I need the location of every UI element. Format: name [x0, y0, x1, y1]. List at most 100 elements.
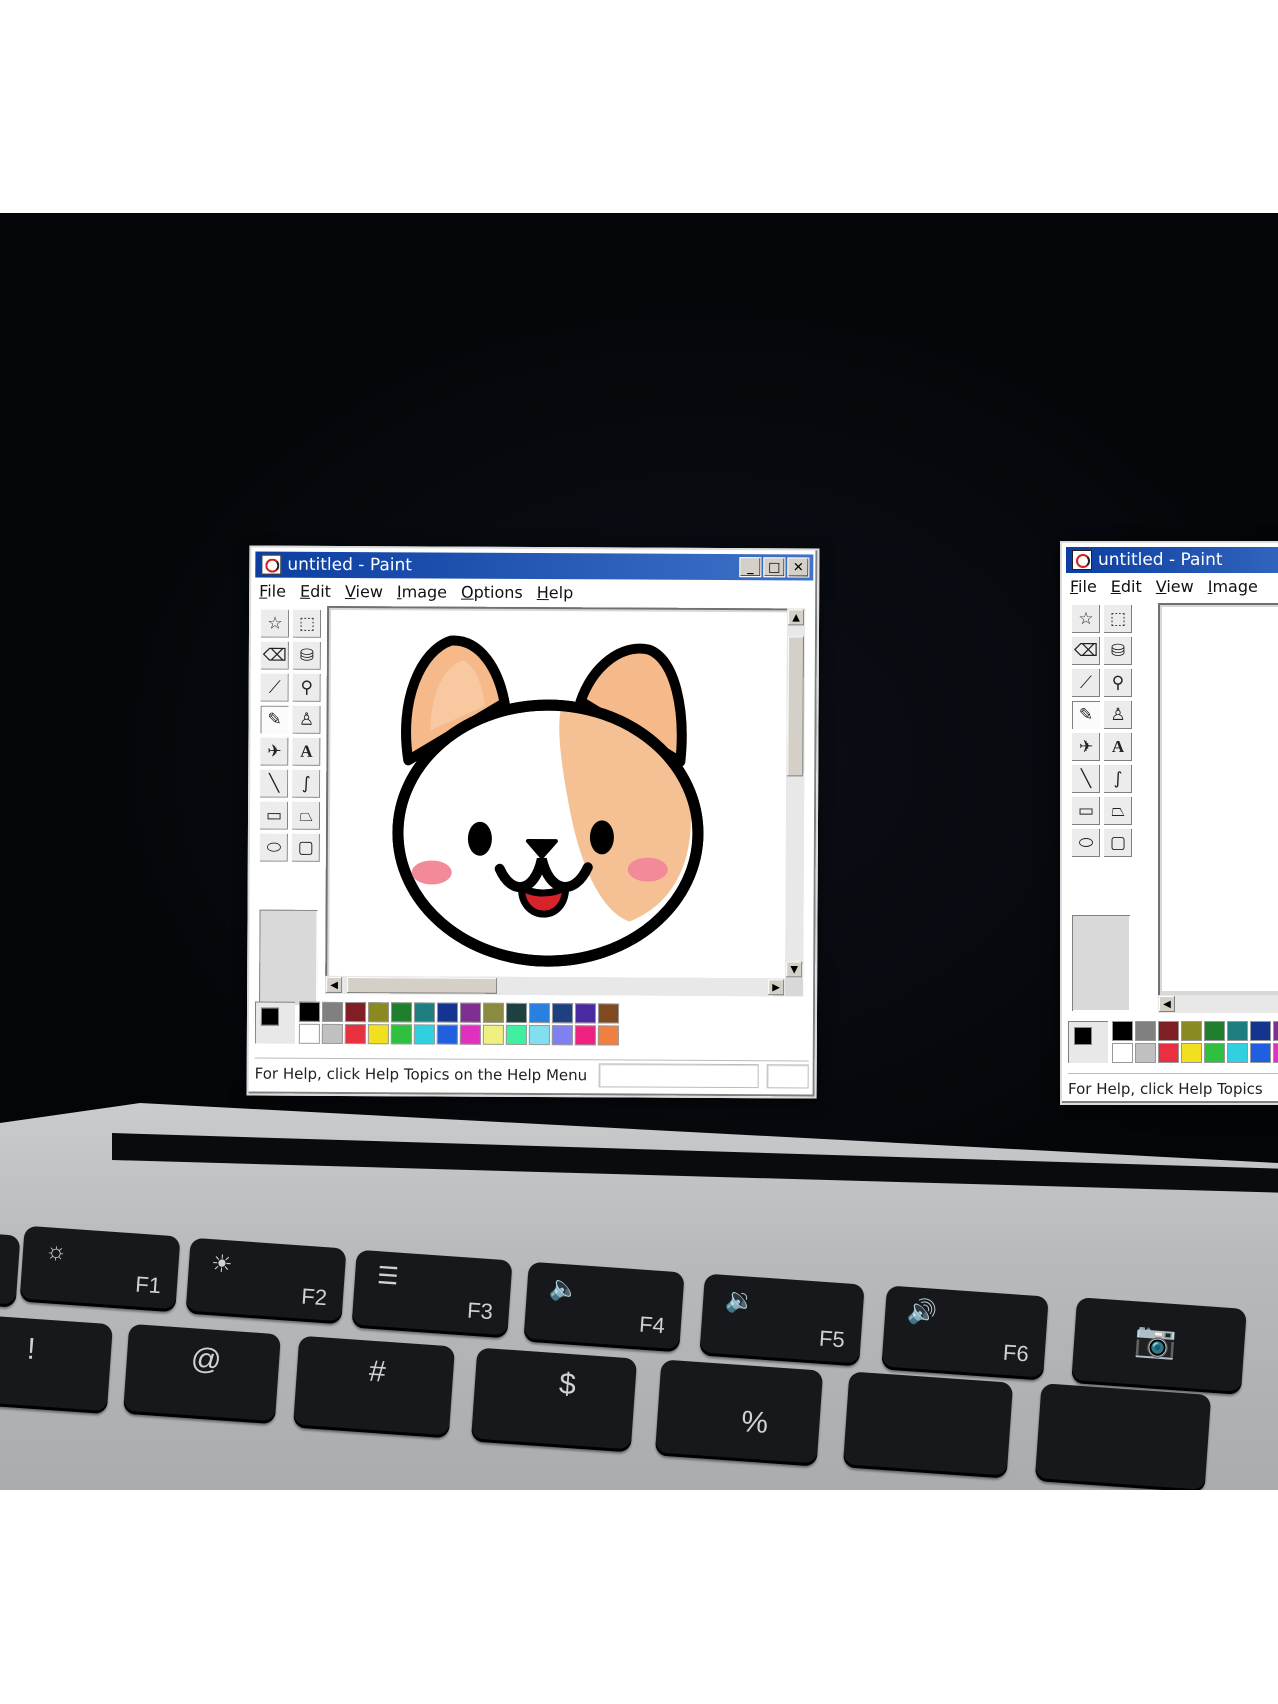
ellipse-icon[interactable]: ⬭	[258, 832, 289, 863]
color-swatch[interactable]	[505, 1024, 527, 1045]
tool-options-box[interactable]	[259, 909, 318, 1006]
menu-image-2[interactable]: Image	[1208, 577, 1258, 599]
rect-select-icon[interactable]: ⬚	[291, 608, 323, 639]
title-bar[interactable]: untitled - Paint _ □ ✕	[255, 551, 814, 581]
color-picker-icon[interactable]: ⟋	[259, 672, 290, 703]
vertical-scroll-thumb[interactable]	[787, 636, 804, 777]
key-7[interactable]	[1034, 1383, 1212, 1490]
magnifier-icon[interactable]: ⚲	[1103, 668, 1133, 698]
line-icon[interactable]: ╲	[1071, 764, 1101, 794]
color-swatch[interactable]	[1112, 1043, 1133, 1063]
horizontal-scrollbar[interactable]: ◀ ▶	[325, 975, 786, 997]
color-swatch[interactable]	[1273, 1021, 1278, 1041]
fill-bucket-icon[interactable]: ⛁	[291, 640, 322, 671]
key-f5[interactable]: 🔉 F5	[699, 1273, 865, 1367]
color-swatch[interactable]	[528, 1024, 550, 1046]
menu-file[interactable]: File	[259, 582, 286, 604]
drawing-canvas-2[interactable]	[1162, 607, 1278, 991]
magnifier-icon[interactable]: ⚲	[291, 672, 322, 703]
color-swatch[interactable]	[390, 1024, 412, 1045]
horizontal-scrollbar-2[interactable]: ◀	[1158, 995, 1278, 1013]
key-f6[interactable]: 🔊 F6	[881, 1285, 1049, 1381]
color-swatch[interactable]	[1273, 1043, 1278, 1063]
color-swatch[interactable]	[459, 1024, 481, 1045]
color-picker-icon[interactable]: ⟋	[1071, 668, 1101, 698]
key-f1[interactable]: ☼ F1	[19, 1225, 181, 1313]
color-swatch[interactable]	[1135, 1021, 1156, 1041]
polygon-icon[interactable]: ⏢	[1103, 796, 1133, 826]
key-5[interactable]: %	[654, 1359, 824, 1467]
color-swatch[interactable]	[321, 1001, 344, 1023]
polygon-icon[interactable]: ⏢	[290, 800, 322, 831]
color-swatch[interactable]	[1158, 1021, 1179, 1041]
color-swatch[interactable]	[436, 1002, 459, 1023]
menu-edit[interactable]: Edit	[300, 582, 331, 604]
color-swatch[interactable]	[574, 1003, 597, 1024]
color-swatch[interactable]	[298, 1001, 321, 1022]
key-screenshot[interactable]: 📷	[1071, 1297, 1247, 1395]
color-swatch[interactable]	[1181, 1043, 1202, 1063]
current-colors[interactable]	[254, 1001, 296, 1044]
rectangle-icon[interactable]: ▭	[1071, 796, 1101, 826]
free-select-icon[interactable]: ☆	[1071, 604, 1101, 634]
color-swatch[interactable]	[1135, 1043, 1156, 1063]
ellipse-icon[interactable]: ⬭	[1071, 828, 1101, 858]
color-swatch[interactable]	[597, 1003, 620, 1024]
color-swatch[interactable]	[597, 1025, 619, 1046]
color-swatch[interactable]	[1227, 1021, 1248, 1041]
color-swatch[interactable]	[459, 1002, 482, 1023]
brush-icon[interactable]: ♙	[291, 704, 322, 735]
brush-icon[interactable]: ♙	[1103, 700, 1133, 730]
pencil-icon[interactable]: ✎	[259, 704, 290, 735]
fill-bucket-icon[interactable]: ⛁	[1103, 636, 1133, 666]
rounded-rect-icon[interactable]: ▢	[290, 832, 321, 863]
airbrush-icon[interactable]: ✈	[259, 736, 290, 767]
key-1[interactable]: !	[0, 1313, 113, 1415]
color-swatch[interactable]	[413, 1002, 436, 1023]
maximize-button[interactable]: □	[763, 557, 786, 578]
rounded-rect-icon[interactable]: ▢	[1103, 828, 1133, 858]
rect-select-icon[interactable]: ⬚	[1103, 604, 1133, 634]
key-f3[interactable]: ☰ F3	[351, 1249, 513, 1339]
eraser-icon[interactable]: ⌫	[259, 640, 290, 671]
color-swatch[interactable]	[367, 1002, 390, 1023]
menu-view-2[interactable]: View	[1156, 577, 1194, 599]
color-swatch[interactable]	[321, 1023, 343, 1045]
color-swatch[interactable]	[1204, 1043, 1225, 1063]
current-colors-2[interactable]	[1068, 1021, 1108, 1063]
scroll-down-button[interactable]: ▼	[786, 961, 803, 978]
key-3[interactable]: #	[292, 1335, 456, 1439]
menu-file-2[interactable]: File	[1070, 577, 1097, 599]
line-icon[interactable]: ╲	[259, 768, 290, 799]
color-swatch[interactable]	[1158, 1043, 1179, 1063]
color-swatch[interactable]	[1112, 1021, 1133, 1041]
color-swatch[interactable]	[1227, 1043, 1248, 1063]
text-icon[interactable]: A	[1103, 732, 1133, 762]
color-swatch[interactable]	[482, 1024, 504, 1045]
key-6[interactable]	[842, 1371, 1014, 1479]
curve-icon[interactable]: ∫	[1103, 764, 1133, 794]
key-4[interactable]: $	[470, 1347, 638, 1453]
key-f4[interactable]: 🔈 F4	[523, 1261, 685, 1353]
scroll-up-button[interactable]: ▲	[788, 609, 805, 626]
text-icon[interactable]: A	[291, 736, 322, 767]
color-swatch[interactable]	[1204, 1021, 1225, 1041]
menu-help[interactable]: Help	[537, 583, 574, 605]
free-select-icon[interactable]: ☆	[259, 608, 291, 639]
scroll-left-button-2[interactable]: ◀	[1159, 996, 1175, 1012]
horizontal-scroll-thumb[interactable]	[347, 977, 498, 994]
minimize-button[interactable]: _	[739, 557, 762, 578]
color-swatch[interactable]	[551, 1025, 573, 1046]
key-2[interactable]: @	[123, 1323, 281, 1425]
color-swatch[interactable]	[1250, 1021, 1271, 1041]
color-swatch[interactable]	[574, 1025, 596, 1046]
close-button[interactable]: ✕	[787, 557, 810, 578]
color-swatch[interactable]	[390, 1002, 413, 1023]
tool-options-box-2[interactable]	[1072, 915, 1130, 1011]
color-swatch[interactable]	[367, 1024, 389, 1045]
drawing-canvas[interactable]	[329, 609, 788, 979]
color-swatch[interactable]	[528, 1002, 551, 1024]
color-swatch[interactable]	[413, 1024, 435, 1045]
rectangle-icon[interactable]: ▭	[258, 800, 290, 831]
menu-image[interactable]: Image	[397, 582, 447, 604]
